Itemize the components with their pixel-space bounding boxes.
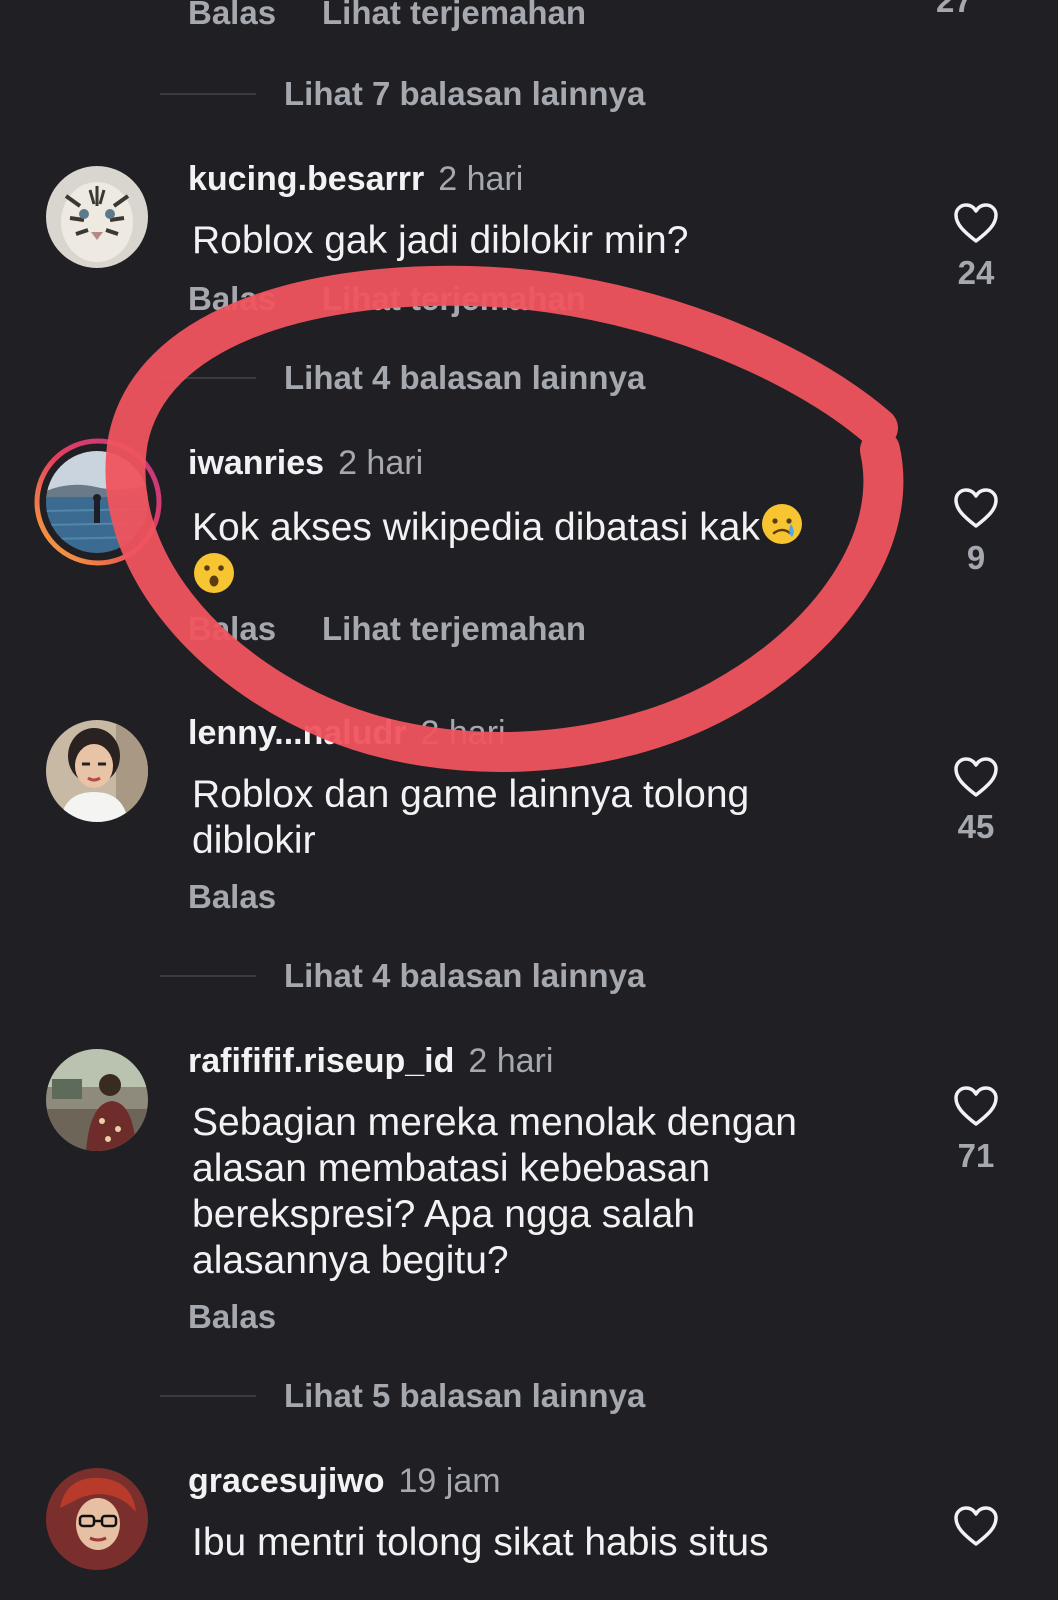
reply-button[interactable]: Balas: [188, 280, 276, 318]
timestamp: 19 jam: [398, 1462, 501, 1500]
more-replies-toggle[interactable]: Lihat 7 balasan lainnya: [160, 74, 645, 114]
like-button[interactable]: 9: [946, 487, 1006, 577]
like-count: 71: [957, 1137, 995, 1174]
more-replies-label: Lihat 5 balasan lainnya: [284, 1377, 646, 1414]
more-replies-label: Lihat 4 balasan lainnya: [284, 359, 646, 396]
more-replies-toggle[interactable]: Lihat 4 balasan lainnya: [160, 358, 645, 398]
reply-button[interactable]: Balas: [188, 610, 276, 648]
translate-link[interactable]: Lihat terjemahan: [322, 0, 586, 32]
like-button[interactable]: 24: [946, 202, 1006, 292]
divider-line: [160, 975, 256, 977]
crying-face-emoji-icon: [761, 504, 802, 544]
avatar[interactable]: [46, 1468, 148, 1570]
avatar[interactable]: [46, 451, 148, 553]
translate-link[interactable]: Lihat terjemahan: [322, 280, 586, 318]
like-button[interactable]: [946, 1505, 1006, 1547]
white-tiger-avatar-icon: [46, 166, 148, 268]
like-count-partial: 27: [936, 0, 973, 19]
more-replies-label: Lihat 4 balasan lainnya: [284, 957, 646, 994]
username[interactable]: gracesujiwo: [188, 1462, 385, 1500]
divider-line: [160, 377, 256, 379]
comment-text: Roblox gak jadi diblokir min?: [192, 219, 689, 262]
comment-text-content: Kok akses wikipedia dibatasi kak: [192, 506, 760, 549]
heart-outline-icon: [954, 203, 998, 243]
reply-button[interactable]: Balas: [188, 0, 276, 32]
more-replies-toggle[interactable]: Lihat 5 balasan lainnya: [160, 1376, 645, 1416]
reply-button[interactable]: Balas: [188, 878, 276, 916]
comment-header: kucing.besarrr 2 hari: [188, 160, 523, 199]
woman-glasses-avatar-icon: [46, 1468, 148, 1570]
comment-header: gracesujiwo 19 jam: [188, 1462, 501, 1501]
comment-text: Ibu mentri tolong sikat habis situs: [192, 1521, 769, 1564]
reply-button[interactable]: Balas: [188, 1298, 276, 1336]
comment-text: Kok akses wikipedia dibatasi kak: [192, 502, 872, 600]
timestamp: 2 hari: [438, 160, 524, 198]
timestamp: 2 hari: [338, 444, 424, 482]
more-replies-label: Lihat 7 balasan lainnya: [284, 75, 646, 112]
comment-text: Sebagian mereka menolak dengan alasan me…: [192, 1101, 797, 1282]
timestamp: 2 hari: [468, 1042, 554, 1080]
username[interactable]: kucing.besarrr: [188, 160, 424, 198]
more-replies-toggle[interactable]: Lihat 4 balasan lainnya: [160, 956, 645, 996]
avatar[interactable]: [46, 1049, 148, 1151]
avatar[interactable]: [46, 720, 148, 822]
lake-landscape-avatar-icon: [46, 451, 148, 553]
surprised-face-emoji-icon: [194, 553, 234, 593]
heart-outline-icon: [954, 757, 998, 797]
heart-outline-icon: [954, 488, 998, 528]
username[interactable]: rafififif.riseup_id: [188, 1042, 454, 1080]
like-button[interactable]: 45: [946, 756, 1006, 846]
username[interactable]: iwanries: [188, 444, 324, 482]
comment-header: iwanries 2 hari: [188, 444, 423, 483]
username[interactable]: lenny...naludr: [188, 714, 407, 752]
like-count: 24: [957, 254, 995, 291]
heart-outline-icon: [954, 1506, 998, 1546]
like-button[interactable]: 71: [946, 1085, 1006, 1175]
like-count: 45: [957, 808, 995, 845]
avatar[interactable]: [46, 166, 148, 268]
like-count: 9: [966, 539, 986, 576]
translate-link[interactable]: Lihat terjemahan: [322, 610, 586, 648]
woman-portrait-avatar-icon: [46, 720, 148, 822]
comment-text: Roblox dan game lainnya tolong diblokir: [192, 773, 750, 862]
timestamp: 2 hari: [420, 714, 506, 752]
divider-line: [160, 1395, 256, 1397]
comment-header: rafififif.riseup_id 2 hari: [188, 1042, 553, 1081]
divider-line: [160, 93, 256, 95]
street-scene-avatar-icon: [46, 1049, 148, 1151]
comment-header: lenny...naludr 2 hari: [188, 714, 506, 753]
heart-outline-icon: [954, 1086, 998, 1126]
